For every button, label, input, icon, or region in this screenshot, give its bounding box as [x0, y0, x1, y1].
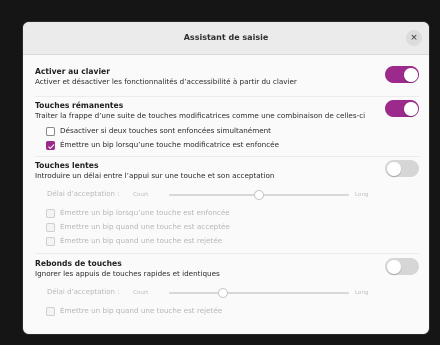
keyboard-enable-description: Activer et désactiver les fonctionnalité… [35, 77, 297, 86]
checkbox-disabled [46, 223, 55, 232]
settings-content: Activer au clavier Activer et désactiver… [23, 55, 429, 334]
bounce-scale-max: Long [355, 290, 369, 296]
close-button[interactable]: × [406, 30, 422, 46]
slider-thumb[interactable] [218, 288, 228, 298]
separator [35, 156, 419, 157]
checkbox-disabled [46, 307, 55, 316]
checkbox-label: Émettre un bip quand une touche est reje… [60, 306, 223, 315]
checkbox-disabled [46, 237, 55, 246]
slider-thumb[interactable] [254, 190, 264, 200]
slow-keys-title: Touches lentes [35, 161, 99, 170]
keyboard-enable-switch[interactable] [385, 66, 419, 83]
checkbox-checked[interactable] [46, 141, 55, 150]
bounce-keys-delay-slider[interactable] [169, 292, 349, 294]
slow-scale-min: Court [133, 192, 149, 198]
separator [35, 253, 419, 254]
bounce-scale-min: Court [133, 290, 149, 296]
bounce-keys-delay-label: Délai d’acceptation : [47, 288, 120, 296]
slow-keys-description: Introduire un délai entre l’appui sur un… [35, 171, 275, 180]
slow-scale-max: Long [355, 192, 369, 198]
keyboard-enable-title: Activer au clavier [35, 67, 110, 76]
switch-knob [386, 259, 401, 274]
separator [35, 96, 419, 97]
sticky-keys-title: Touches rémanentes [35, 101, 124, 110]
checkbox-label: Émettre un bip lorsqu’une touche est enf… [60, 208, 230, 217]
checkbox-label: Émettre un bip quand une touche est acce… [60, 222, 230, 231]
checkbox-disabled [46, 209, 55, 218]
checkbox-label: Désactiver si deux touches sont enfoncée… [60, 126, 271, 135]
bounce-keys-description: Ignorer les appuis de touches rapides et… [35, 269, 220, 278]
close-icon: × [410, 33, 418, 43]
checkbox-label: Émettre un bip lorsqu’une touche modific… [60, 140, 280, 149]
switch-knob [403, 101, 418, 116]
slow-keys-switch[interactable] [385, 160, 419, 177]
bounce-keys-switch[interactable] [385, 258, 419, 275]
dialog-title: Assistant de saisie [183, 33, 269, 42]
switch-knob [403, 67, 418, 82]
sticky-keys-description: Traiter la frappe d’une suite de touches… [35, 111, 366, 120]
slow-keys-delay-label: Délai d’acceptation : [47, 190, 120, 198]
bounce-keys-title: Rebonds de touches [35, 259, 122, 268]
typing-assist-dialog: Assistant de saisie × Activer au clavier… [23, 22, 429, 334]
checkbox-label: Émettre un bip quand une touche est reje… [60, 236, 223, 245]
switch-knob [386, 161, 401, 176]
checkbox[interactable] [46, 127, 55, 136]
sticky-keys-switch[interactable] [385, 100, 419, 117]
titlebar: Assistant de saisie × [23, 22, 429, 55]
